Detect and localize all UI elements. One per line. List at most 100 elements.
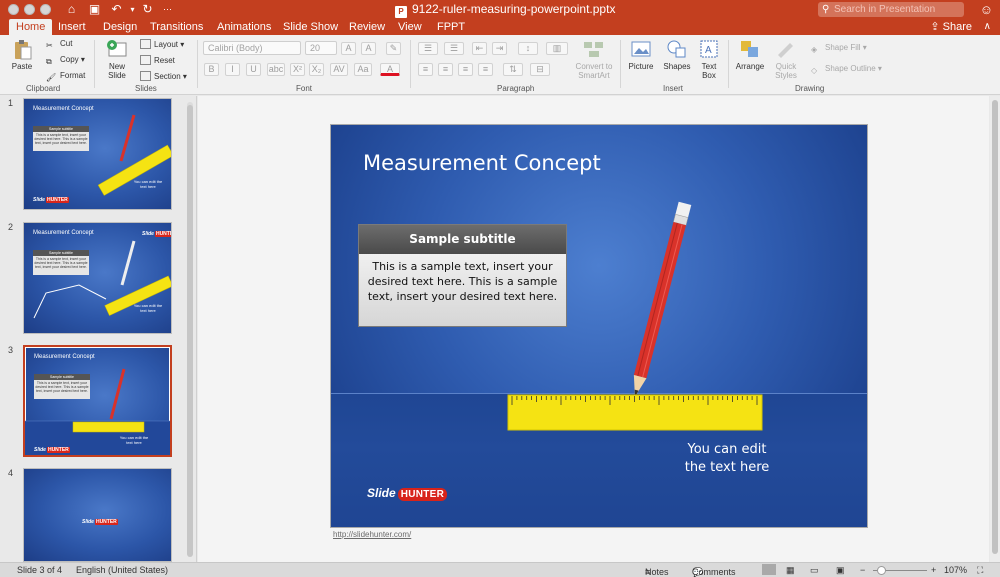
ruler-pencil-illustration (33, 240, 171, 319)
slide-thumbnail-4[interactable]: Slide HUNTER (23, 468, 172, 562)
paste-button[interactable]: Paste (8, 39, 36, 71)
strikethrough-button[interactable]: abc (267, 63, 285, 76)
italic-button[interactable]: I (225, 63, 240, 76)
slidehunter-url-link[interactable]: http://slidehunter.com/ (333, 530, 411, 539)
tab-fppt[interactable]: FPPT (437, 19, 465, 35)
collapse-ribbon-icon[interactable]: ∧ (984, 19, 991, 35)
picture-button[interactable]: Picture (626, 39, 656, 71)
superscript-button[interactable]: X² (290, 63, 305, 76)
divider (410, 40, 411, 88)
slidehunter-logo: SlideHUNTER (367, 486, 448, 501)
slide-thumbnail-1[interactable]: Measurement Concept Sample subtitle This… (23, 98, 172, 210)
line-spacing-button[interactable]: ↕ (518, 42, 538, 55)
arrange-button[interactable]: Arrange (734, 39, 766, 71)
cut-button[interactable]: ✂ Cut (46, 39, 72, 51)
tab-design[interactable]: Design (103, 19, 137, 35)
convert-smartart-button[interactable]: Convert to SmartArt (572, 39, 616, 80)
align-right-button[interactable]: ≡ (458, 63, 473, 76)
divider (94, 40, 95, 88)
change-case-button[interactable]: Aa (354, 63, 372, 76)
character-spacing-button[interactable]: AV (330, 63, 348, 76)
normal-view-icon[interactable] (762, 564, 776, 575)
grow-font-button[interactable]: A (341, 42, 356, 55)
align-text-button[interactable]: ⊟ (530, 63, 550, 76)
divider (728, 40, 729, 88)
font-size-select[interactable]: 20 (305, 41, 337, 55)
copy-button[interactable]: ⧉ Copy ▾ (46, 55, 85, 67)
reset-button[interactable]: Reset (140, 55, 175, 65)
thumbnail-number: 3 (8, 345, 14, 355)
svg-text:A: A (705, 45, 712, 56)
redo-icon[interactable]: ↻ (140, 2, 155, 17)
tab-animations[interactable]: Animations (217, 19, 271, 35)
shapes-button[interactable]: Shapes (661, 39, 693, 71)
language-indicator[interactable]: English (United States) (76, 565, 168, 575)
slideshow-view-icon[interactable]: ▣ (836, 565, 845, 576)
slide-thumbnail-2[interactable]: Measurement Concept SlideHUNTER Sample s… (23, 222, 172, 334)
tab-review[interactable]: Review (349, 19, 385, 35)
zoom-in-button[interactable]: + (931, 565, 936, 575)
align-left-button[interactable]: ≡ (418, 63, 433, 76)
editable-text[interactable]: You can edit the text here (667, 441, 787, 477)
slide-scrollbar[interactable] (990, 96, 1000, 562)
tab-home[interactable]: Home (9, 19, 53, 35)
ruler-pencil-illustration (97, 114, 171, 196)
columns-button[interactable]: ▥ (546, 42, 568, 55)
slide-sorter-icon[interactable]: ▦ (786, 565, 795, 576)
tab-transitions[interactable]: Transitions (150, 19, 203, 35)
paintbrush-icon: 🖌 (46, 73, 57, 82)
close-window-button[interactable] (8, 4, 19, 15)
thumbnails-scroll-thumb[interactable] (187, 105, 193, 557)
zoom-out-button[interactable]: − (860, 565, 865, 575)
slide-scroll-thumb[interactable] (992, 100, 998, 554)
reset-icon (140, 55, 151, 65)
section-button[interactable]: Section ▾ (140, 71, 187, 81)
customize-toolbar-icon[interactable]: ⋯ (160, 2, 175, 17)
font-color-button[interactable]: A (380, 63, 400, 76)
home-icon[interactable]: ⌂ (64, 2, 79, 17)
bullets-button[interactable]: ☰ (418, 42, 438, 55)
tab-view[interactable]: View (398, 19, 422, 35)
format-painter-button[interactable]: 🖌 Format (46, 71, 85, 83)
thumbnails-scrollbar[interactable] (187, 102, 193, 557)
save-icon[interactable]: ▣ (87, 2, 102, 17)
text-direction-button[interactable]: ⇅ (503, 63, 523, 76)
new-slide-button[interactable]: New Slide (102, 39, 132, 80)
layout-button[interactable]: Layout ▾ (140, 39, 184, 49)
feedback-smiley-icon[interactable]: ☺ (980, 2, 993, 17)
tab-insert[interactable]: Insert (58, 19, 86, 35)
reading-view-icon[interactable]: ▭ (810, 565, 819, 576)
subscript-button[interactable]: X₂ (309, 63, 324, 76)
minimize-window-button[interactable] (24, 4, 35, 15)
font-family-select[interactable]: Calibri (Body) (203, 41, 301, 55)
numbering-button[interactable]: ☰ (444, 42, 464, 55)
slide-thumbnails-panel: 1 Measurement Concept Sample subtitle Th… (0, 96, 197, 562)
shape-outline-button[interactable]: ◇ Shape Outline ▾ (811, 64, 882, 76)
shape-fill-button[interactable]: ◈ Shape Fill ▾ (811, 43, 867, 55)
undo-dropdown-icon[interactable]: ▾ (125, 2, 140, 17)
tab-slide-show[interactable]: Slide Show (283, 19, 338, 35)
divider (620, 40, 621, 88)
align-center-button[interactable]: ≡ (438, 63, 453, 76)
fit-to-window-icon[interactable]: ⛶ (977, 565, 983, 576)
ribbon: Paste ✂ Cut ⧉ Copy ▾ 🖌 Format Clipboard New… (0, 35, 1000, 95)
slide-thumbnail-3[interactable]: Measurement Concept Sample subtitle This… (23, 345, 172, 457)
document-title: P 9122-ruler-measuring-powerpoint.pptx (395, 2, 615, 18)
justify-button[interactable]: ≡ (478, 63, 493, 76)
share-button[interactable]: ⇪ Share (930, 19, 972, 35)
current-slide[interactable]: Measurement Concept Sample subtitle This… (331, 125, 867, 527)
quick-styles-button[interactable]: Quick Styles (772, 39, 800, 80)
zoom-level[interactable]: 107% (944, 565, 967, 575)
decrease-indent-button[interactable]: ⇤ (472, 42, 487, 55)
bold-button[interactable]: B (204, 63, 219, 76)
increase-indent-button[interactable]: ⇥ (492, 42, 507, 55)
underline-button[interactable]: U (246, 63, 261, 76)
clear-formatting-button[interactable]: ✎ (386, 42, 401, 55)
zoom-slider-knob[interactable] (877, 566, 886, 575)
search-input[interactable]: ⚲ Search in Presentation (818, 2, 964, 17)
text-box-button[interactable]: A Text Box (697, 39, 721, 80)
shrink-font-button[interactable]: A (361, 42, 376, 55)
undo-icon[interactable]: ↶ (109, 2, 124, 17)
zoom-window-button[interactable] (40, 4, 51, 15)
powerpoint-file-icon: P (395, 6, 407, 18)
